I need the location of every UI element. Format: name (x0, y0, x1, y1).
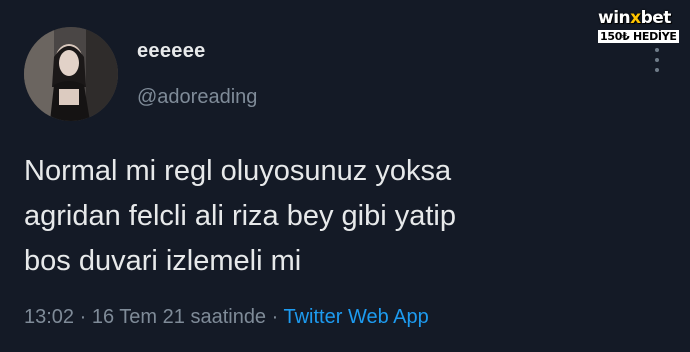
tweet-date[interactable]: 16 Tem 21 saatinde (92, 306, 266, 328)
watermark-brand-part: bet (640, 8, 672, 28)
watermark-logo: winxbet 150₺ HEDİYE (598, 9, 688, 49)
dot (655, 68, 659, 72)
tweet-text: Normal mi regl oluyosunuz yoksa agridan … (24, 149, 664, 284)
watermark-brand: winxbet (598, 9, 688, 27)
tweet-text-line: agridan felcli ali riza bey gibi yatip (24, 200, 456, 232)
avatar[interactable] (24, 27, 118, 121)
tweet-metadata: 13:02 · 16 Tem 21 saatinde · Twitter Web… (24, 306, 429, 329)
display-name[interactable]: eeeeee (137, 40, 206, 63)
profile-photo-icon (24, 27, 118, 121)
watermark-brand-part: win (598, 8, 631, 28)
watermark-brand-x: x (630, 8, 641, 28)
user-handle[interactable]: @adoreading (137, 86, 257, 109)
watermark-promo: 150₺ HEDİYE (598, 30, 679, 43)
tweet-text-line: bos duvari izlemeli mi (24, 245, 302, 277)
more-options-icon[interactable] (650, 48, 664, 72)
dot (655, 58, 659, 62)
tweet-text-line: Normal mi regl oluyosunuz yoksa (24, 155, 452, 187)
separator: · (271, 306, 279, 328)
tweet-time[interactable]: 13:02 (24, 306, 74, 328)
tweet-source-link[interactable]: Twitter Web App (284, 306, 429, 328)
separator: · (79, 306, 87, 328)
